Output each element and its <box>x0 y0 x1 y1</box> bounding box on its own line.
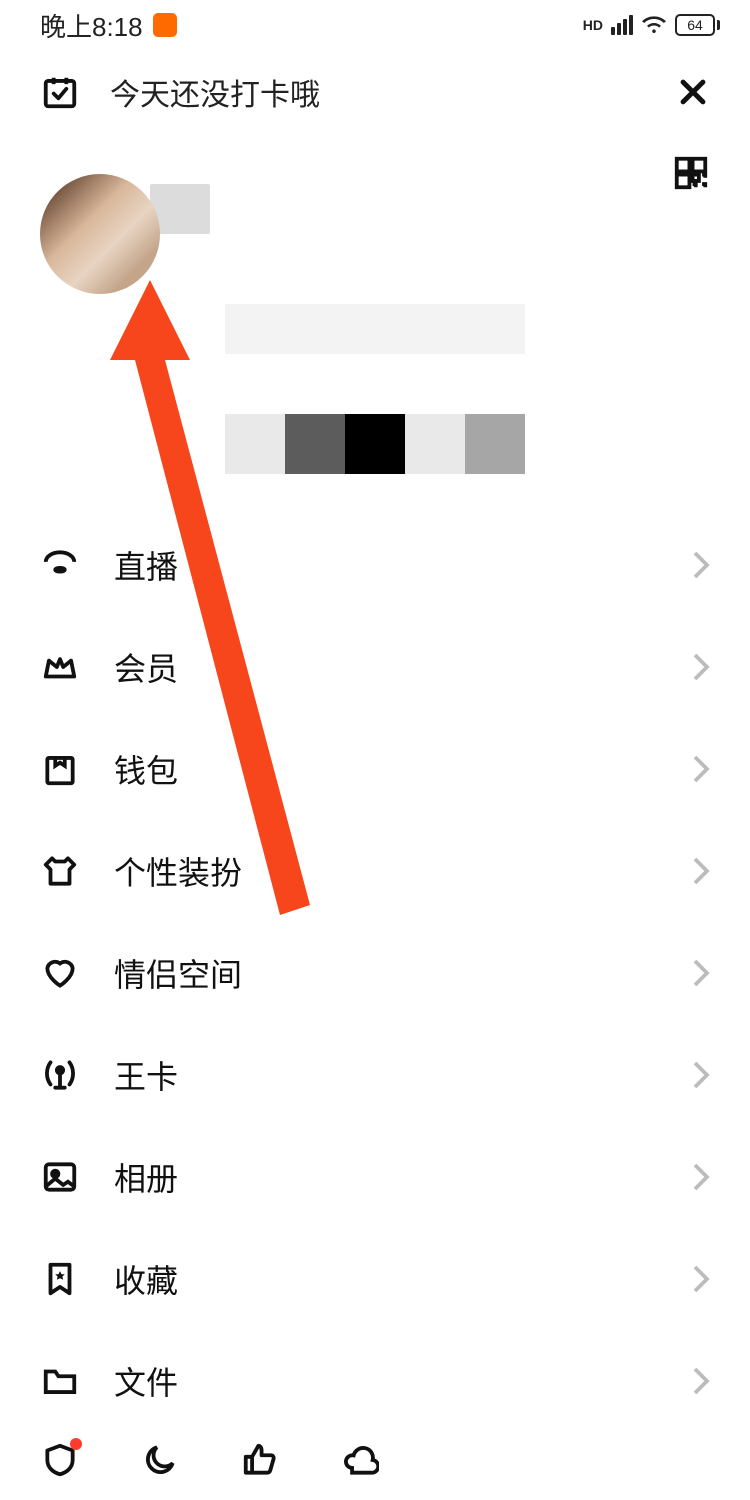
checkin-calendar-icon <box>40 72 80 112</box>
menu-item-live[interactable]: 直播 <box>40 514 710 616</box>
bottom-toolbar <box>0 1420 750 1500</box>
battery-icon: 64 <box>675 14 720 36</box>
live-icon <box>40 545 80 585</box>
chevron-right-icon <box>692 1162 710 1192</box>
notification-dot <box>70 1438 82 1450</box>
close-icon[interactable] <box>676 75 710 109</box>
menu-item-wangka[interactable]: 王卡 <box>40 1024 710 1126</box>
app-notification-icon <box>153 13 177 37</box>
wallet-icon <box>40 749 80 789</box>
hd-label: HD <box>583 18 603 32</box>
menu-label: 情侣空间 <box>114 950 658 996</box>
chevron-right-icon <box>692 652 710 682</box>
menu-item-wallet[interactable]: 钱包 <box>40 718 710 820</box>
settings-shield-icon[interactable] <box>40 1440 80 1480</box>
status-time: 晚上8:18 <box>40 7 143 44</box>
weather-icon[interactable] <box>340 1440 380 1480</box>
menu-item-vip[interactable]: 会员 <box>40 616 710 718</box>
menu-label: 钱包 <box>114 746 658 792</box>
menu-list: 直播 会员 钱包 个性装扮 情侣空间 王卡 <box>0 504 750 1442</box>
chevron-right-icon <box>692 1366 710 1396</box>
checkin-label: 今天还没打卡哦 <box>110 70 646 114</box>
chevron-right-icon <box>692 1060 710 1090</box>
thumbs-icon[interactable] <box>240 1440 280 1480</box>
menu-label: 会员 <box>114 644 658 690</box>
status-bar: 晚上8:18 HD 64 <box>0 0 750 50</box>
crown-icon <box>40 647 80 687</box>
signal-icon <box>611 15 633 35</box>
checkin-bar[interactable]: 今天还没打卡哦 <box>0 50 750 134</box>
wifi-icon <box>641 15 667 35</box>
chevron-right-icon <box>692 1264 710 1294</box>
chevron-right-icon <box>692 958 710 988</box>
menu-label: 个性装扮 <box>114 848 658 894</box>
menu-item-file[interactable]: 文件 <box>40 1330 710 1432</box>
antenna-icon <box>40 1055 80 1095</box>
night-mode-icon[interactable] <box>140 1440 180 1480</box>
chevron-right-icon <box>692 856 710 886</box>
image-icon <box>40 1157 80 1197</box>
menu-item-decor[interactable]: 个性装扮 <box>40 820 710 922</box>
menu-item-couple[interactable]: 情侣空间 <box>40 922 710 1024</box>
avatar[interactable] <box>40 174 160 294</box>
tshirt-icon <box>40 851 80 891</box>
profile-section <box>0 134 750 304</box>
battery-level: 64 <box>687 17 703 33</box>
menu-label: 相册 <box>114 1154 658 1200</box>
menu-label: 收藏 <box>114 1256 658 1302</box>
redacted-block <box>0 304 750 474</box>
menu-label: 直播 <box>114 542 658 588</box>
bookmark-star-icon <box>40 1259 80 1299</box>
menu-label: 文件 <box>114 1358 658 1404</box>
qr-code-button[interactable] <box>672 154 710 192</box>
chevron-right-icon <box>692 550 710 580</box>
chevron-right-icon <box>692 754 710 784</box>
menu-item-fav[interactable]: 收藏 <box>40 1228 710 1330</box>
menu-label: 王卡 <box>114 1052 658 1098</box>
heart-icon <box>40 953 80 993</box>
menu-item-album[interactable]: 相册 <box>40 1126 710 1228</box>
folder-icon <box>40 1361 80 1401</box>
